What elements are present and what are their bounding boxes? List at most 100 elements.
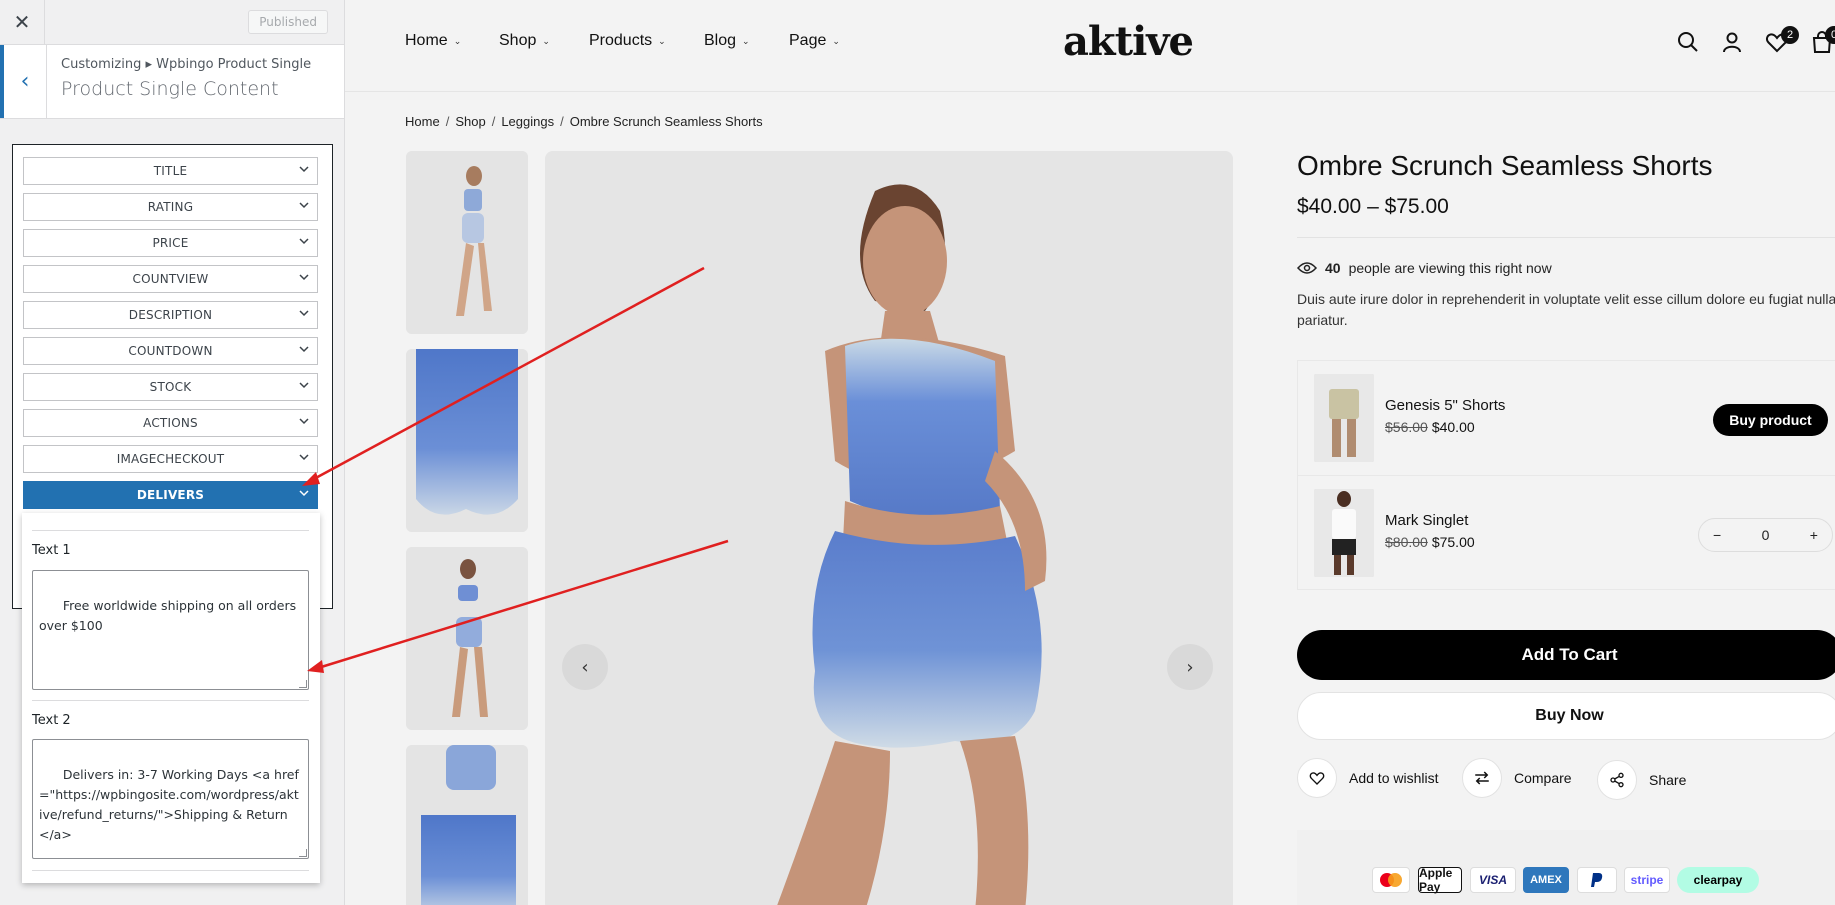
compare-icon	[1462, 758, 1502, 798]
back-arrow-icon[interactable]: ‹	[0, 45, 47, 118]
site-logo[interactable]: aktive	[1063, 18, 1194, 65]
chevron-down-icon	[299, 454, 309, 461]
section-header: ‹ Customizing ▸ Wpbingo Product Single P…	[0, 45, 344, 119]
share-icon	[1597, 760, 1637, 800]
product-description: Duis aute irure dolor in reprehenderit i…	[1297, 291, 1835, 328]
chevron-down-icon: ⌄	[658, 35, 666, 46]
share[interactable]: Share	[1597, 760, 1686, 800]
visa-icon: VISA	[1470, 867, 1516, 893]
mastercard-icon	[1372, 867, 1410, 893]
main-product-image[interactable]	[545, 151, 1233, 905]
paypal-icon	[1577, 867, 1617, 893]
product-photo	[406, 151, 528, 334]
grouped-product-price: $56.00 $40.00	[1385, 419, 1475, 435]
product-photo	[406, 349, 528, 532]
chevron-down-icon	[299, 310, 309, 317]
qty-minus-button[interactable]: −	[1713, 527, 1721, 543]
chevron-down-icon	[299, 346, 309, 353]
gallery-thumbnail[interactable]	[406, 547, 528, 730]
divider	[1297, 237, 1835, 238]
nav-page[interactable]: Page ⌄	[789, 32, 840, 50]
resize-handle[interactable]	[299, 849, 307, 857]
chevron-down-icon: ⌄	[832, 35, 840, 46]
chevron-down-icon	[299, 274, 309, 281]
grouped-product-price: $80.00 $75.00	[1385, 534, 1475, 550]
accordion-price[interactable]: PRICE	[23, 229, 318, 257]
section-title: Product Single Content	[61, 78, 279, 100]
close-icon[interactable]: ✕	[0, 0, 45, 45]
qty-input[interactable]: 0	[1762, 527, 1770, 543]
gallery-thumbnail[interactable]	[406, 151, 528, 334]
resize-handle[interactable]	[299, 680, 307, 688]
accordion-rating[interactable]: RATING	[23, 193, 318, 221]
accordion-imagecheckout[interactable]: IMAGECHECKOUT	[23, 445, 318, 473]
divider	[32, 700, 309, 701]
chevron-down-icon	[299, 382, 309, 389]
product-price: $40.00 – $75.00	[1297, 195, 1449, 218]
eye-icon	[1297, 262, 1317, 274]
qty-plus-button[interactable]: +	[1810, 527, 1818, 543]
breadcrumb-current: Ombre Scrunch Seamless Shorts	[569, 114, 763, 129]
product-photo	[545, 151, 1233, 905]
nav-home[interactable]: Home ⌄	[405, 32, 461, 50]
gallery-thumbnail[interactable]	[406, 349, 528, 532]
nav-shop[interactable]: Shop ⌄	[499, 32, 550, 50]
site-preview: Home ⌄ Shop ⌄ Products ⌄ Blog ⌄ Page ⌄ aktive…	[345, 0, 1835, 905]
chevron-down-icon	[299, 418, 309, 425]
text1-textarea[interactable]: Free worldwide shipping on all orders ov…	[32, 570, 309, 690]
add-to-cart-button[interactable]: Add To Cart	[1297, 630, 1835, 680]
customizer-top-bar: ✕ Published	[0, 0, 344, 45]
chevron-down-icon	[299, 238, 309, 245]
chevron-down-icon: ⌄	[542, 35, 550, 46]
accordion-actions[interactable]: ACTIONS	[23, 409, 318, 437]
chevron-down-icon: ⌄	[742, 35, 750, 46]
product-summary: Ombre Scrunch Seamless Shorts $40.00 – $…	[1297, 0, 1835, 905]
heart-icon	[1297, 758, 1337, 798]
delivers-settings-panel: Text 1 Free worldwide shipping on all or…	[22, 513, 320, 883]
grouped-product-name[interactable]: Genesis 5" Shorts	[1385, 397, 1505, 414]
compare[interactable]: Compare	[1462, 758, 1572, 798]
accordion-countview[interactable]: COUNTVIEW	[23, 265, 318, 293]
grouped-products: Genesis 5" Shorts $56.00 $40.00 Buy produ…	[1297, 360, 1835, 590]
text2-label: Text 2	[32, 713, 71, 728]
stripe-icon: stripe	[1624, 867, 1670, 893]
chevron-down-icon: ⌄	[453, 35, 462, 46]
accordion-delivers[interactable]: DELIVERS	[23, 481, 318, 509]
breadcrumb: Home / Shop / Leggings / Ombre Scrunch Seam…	[405, 114, 763, 129]
text2-textarea[interactable]: Delivers in: 3-7 Working Days <a href="h…	[32, 739, 309, 859]
breadcrumb-leggings[interactable]: Leggings	[501, 114, 554, 129]
text1-label: Text 1	[32, 543, 71, 558]
payment-methods: Apple Pay VISA AMEX stripe clearpay	[1297, 830, 1835, 905]
add-to-wishlist[interactable]: Add to wishlist	[1297, 758, 1438, 798]
chevron-down-icon	[299, 202, 309, 209]
breadcrumb-home[interactable]: Home	[405, 114, 440, 129]
list-item: Mark Singlet $80.00 $75.00 − 0 +	[1298, 476, 1835, 590]
chevron-down-icon	[299, 490, 309, 497]
accordion-countdown[interactable]: COUNTDOWN	[23, 337, 318, 365]
gallery-thumbnail[interactable]	[406, 745, 528, 905]
customizer-breadcrumb: Customizing ▸ Wpbingo Product Single	[61, 57, 312, 72]
divider	[32, 870, 309, 871]
breadcrumb-shop[interactable]: Shop	[455, 114, 485, 129]
nav-products[interactable]: Products ⌄	[589, 32, 666, 50]
product-thumb[interactable]	[1314, 489, 1374, 577]
viewing-text: people are viewing this right now	[1348, 260, 1552, 276]
customizer-sidebar: ✕ Published ‹ Customizing ▸ Wpbingo Prod…	[0, 0, 345, 905]
gallery-prev-button[interactable]: ‹	[562, 644, 608, 690]
gallery-next-button[interactable]: ›	[1167, 644, 1213, 690]
grouped-product-name[interactable]: Mark Singlet	[1385, 512, 1468, 529]
buy-now-button[interactable]: Buy Now	[1297, 692, 1835, 740]
buy-product-button[interactable]: Buy product	[1713, 404, 1828, 436]
divider	[32, 530, 309, 531]
accordion-title[interactable]: TITLE	[23, 157, 318, 185]
product-photo	[406, 745, 528, 905]
clearpay-icon: clearpay	[1677, 867, 1759, 893]
nav-blog[interactable]: Blog ⌄	[704, 32, 750, 50]
chevron-down-icon	[299, 166, 309, 173]
quantity-stepper: − 0 +	[1698, 518, 1833, 552]
list-item: Genesis 5" Shorts $56.00 $40.00 Buy produ…	[1298, 361, 1835, 475]
accordion-description[interactable]: DESCRIPTION	[23, 301, 318, 329]
product-thumb[interactable]	[1314, 374, 1374, 462]
published-button[interactable]: Published	[248, 10, 328, 34]
accordion-stock[interactable]: STOCK	[23, 373, 318, 401]
